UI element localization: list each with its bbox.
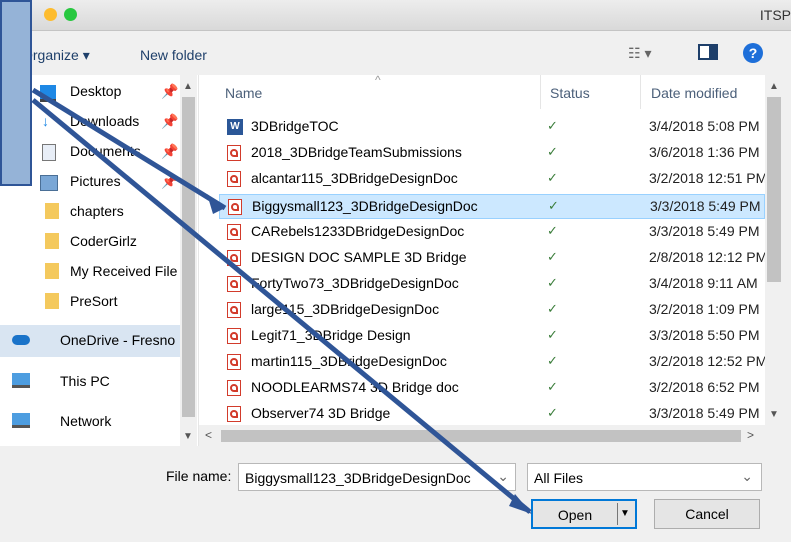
chevron-down-icon[interactable]: ⌄: [741, 468, 753, 485]
dialog-footer: File name: Biggysmall123_3DBridgeDesignD…: [0, 446, 791, 542]
scroll-up-icon[interactable]: ▲: [769, 81, 779, 92]
title-bar: ITSP: [0, 0, 791, 31]
file-row[interactable]: CARebels1233DBridgeDesignDoc ✓ 3/3/2018 …: [219, 220, 765, 245]
pdf-file-icon: [227, 224, 241, 240]
pdf-file-icon: [227, 354, 241, 370]
scroll-down-icon[interactable]: ▼: [183, 431, 193, 442]
column-header-name[interactable]: Name: [225, 85, 262, 101]
pin-icon[interactable]: 📌: [161, 83, 178, 100]
download-arrow-icon: ↓: [42, 113, 49, 129]
file-type-select[interactable]: All Files ⌄: [527, 463, 762, 491]
folder-icon: [45, 203, 59, 219]
pin-icon[interactable]: 📌: [161, 173, 178, 190]
file-list-scroll-thumb[interactable]: [767, 97, 781, 282]
nav-item-onedrive[interactable]: OneDrive - Fresno: [0, 325, 180, 357]
cloud-icon: [12, 335, 30, 345]
window-title: ITSP: [759, 7, 791, 23]
open-button[interactable]: Open ▼: [531, 499, 637, 529]
scroll-down-icon[interactable]: ▼: [769, 409, 779, 420]
horizontal-scroll-thumb[interactable]: [221, 430, 741, 442]
scroll-up-icon[interactable]: ▲: [183, 81, 193, 92]
file-row-selected[interactable]: Biggysmall123_3DBridgeDesignDoc ✓ 3/3/20…: [219, 194, 765, 219]
sync-status-icon: ✓: [547, 118, 558, 133]
file-row[interactable]: NOODLEARMS74 3D Bridge doc ✓ 3/2/2018 6:…: [219, 376, 765, 401]
scroll-left-icon[interactable]: <: [205, 428, 212, 442]
folder-icon: [45, 233, 59, 249]
file-row[interactable]: Legit71_3DBridge Design ✓ 3/3/2018 5:50 …: [219, 324, 765, 349]
folder-icon: [45, 293, 59, 309]
pdf-file-icon: [227, 328, 241, 344]
preview-pane-icon[interactable]: [698, 44, 718, 60]
sync-status-icon: ✓: [547, 301, 558, 316]
pin-icon[interactable]: 📌: [161, 143, 178, 160]
pdf-file-icon: [227, 171, 241, 187]
organize-button[interactable]: Organize ▾: [22, 47, 90, 64]
nav-scrollbar[interactable]: ▲ ▼: [180, 75, 197, 446]
file-row[interactable]: W 3DBridgeTOC ✓ 3/4/2018 5:08 PM: [219, 115, 765, 140]
file-row[interactable]: Observer74 3D Bridge ✓ 3/3/2018 5:49 PM: [219, 402, 765, 425]
column-header-status[interactable]: Status: [550, 85, 590, 101]
network-icon: [12, 413, 30, 428]
file-name-input[interactable]: Biggysmall123_3DBridgeDesignDoc ⌄: [238, 463, 516, 491]
sync-status-icon: ✓: [547, 275, 558, 290]
nav-scroll-thumb[interactable]: [182, 97, 195, 417]
word-document-icon: W: [227, 119, 243, 135]
file-row[interactable]: large115_3DBridgeDesignDoc ✓ 3/2/2018 1:…: [219, 298, 765, 323]
file-list-horizontal-scrollbar[interactable]: < >: [199, 426, 765, 446]
desktop-icon: [40, 85, 56, 102]
view-options-icon[interactable]: ☷ ▾: [628, 45, 651, 62]
minimize-window-button[interactable]: [44, 8, 57, 21]
file-row[interactable]: martin115_3DBridgeDesignDoc ✓ 3/2/2018 1…: [219, 350, 765, 375]
sync-status-icon: ✓: [547, 170, 558, 185]
column-divider[interactable]: [640, 75, 641, 109]
cancel-button[interactable]: Cancel: [654, 499, 760, 529]
column-divider[interactable]: [540, 75, 541, 109]
help-icon[interactable]: ?: [743, 43, 763, 63]
open-dropdown-icon[interactable]: ▼: [617, 503, 632, 525]
document-icon: [42, 144, 56, 161]
file-row[interactable]: FortyTwo73_3DBridgeDesignDoc ✓ 3/4/2018 …: [219, 272, 765, 297]
pin-icon[interactable]: 📌: [161, 113, 178, 130]
pdf-file-icon: [227, 406, 241, 422]
annotation-callout-box: [0, 0, 32, 186]
pdf-file-icon: [227, 276, 241, 292]
column-header-date-modified[interactable]: Date modified: [651, 85, 737, 101]
file-list-vertical-scrollbar[interactable]: ▲ ▼: [765, 75, 783, 425]
pdf-file-icon: [227, 302, 241, 318]
sync-status-icon: ✓: [547, 223, 558, 238]
folder-icon: [45, 263, 59, 279]
command-bar: Organize ▾ New folder ☷ ▾ ?: [0, 31, 791, 75]
pdf-file-icon: [227, 380, 241, 396]
pictures-icon: [40, 175, 58, 191]
file-name-label: File name:: [166, 468, 232, 484]
sync-status-icon: ✓: [547, 379, 558, 394]
sync-status-icon: ✓: [548, 198, 559, 213]
file-row[interactable]: 2018_3DBridgeTeamSubmissions ✓ 3/6/2018 …: [219, 141, 765, 166]
sync-status-icon: ✓: [547, 327, 558, 342]
maximize-window-button[interactable]: [64, 8, 77, 21]
file-row[interactable]: DESIGN DOC SAMPLE 3D Bridge ✓ 2/8/2018 1…: [219, 246, 765, 271]
computer-icon: [12, 373, 30, 388]
pdf-file-icon: [228, 199, 242, 215]
sync-status-icon: ✓: [547, 249, 558, 264]
pdf-file-icon: [227, 250, 241, 266]
file-list: Name ^ Status Date modified W 3DBridgeTO…: [199, 75, 765, 425]
scroll-right-icon[interactable]: >: [747, 428, 754, 442]
sort-ascending-icon: ^: [375, 75, 381, 87]
sync-status-icon: ✓: [547, 144, 558, 159]
pdf-file-icon: [227, 145, 241, 161]
file-row[interactable]: alcantar115_3DBridgeDesignDoc ✓ 3/2/2018…: [219, 167, 765, 192]
sync-status-icon: ✓: [547, 353, 558, 368]
new-folder-button[interactable]: New folder: [140, 47, 207, 63]
chevron-down-icon[interactable]: ⌄: [497, 468, 509, 485]
sync-status-icon: ✓: [547, 405, 558, 420]
